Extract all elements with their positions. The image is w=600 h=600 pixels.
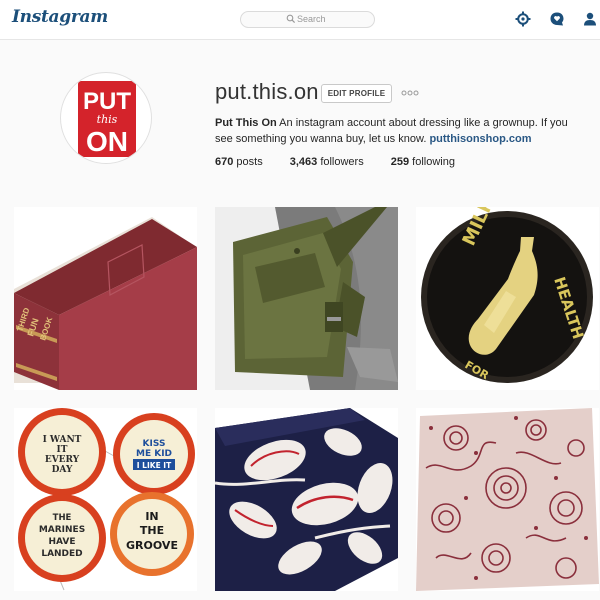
stat-value: 3,463 [289, 156, 318, 168]
pink-bandana-image [416, 408, 599, 591]
pin-3-line-2: MARINES [39, 525, 85, 535]
profile-stats: 670 posts 3,463 followers 259 following [215, 156, 482, 168]
compass-icon[interactable] [515, 11, 531, 27]
search-placeholder: Search [297, 14, 326, 24]
profile-full-name: Put This On [215, 117, 277, 129]
profile-username: put.this.on [215, 79, 319, 104]
avatar-text-this: this [97, 113, 118, 126]
profile-avatar[interactable]: PUT this ON [60, 72, 152, 164]
instagram-logo[interactable]: Instagram [12, 7, 108, 27]
stat-label: following [412, 156, 455, 168]
search-icon [286, 14, 296, 24]
pin-1-line-4: DAY [52, 465, 73, 475]
milk-button-image: MILK FOR HEALTH [416, 207, 599, 390]
put-this-on-logo: PUT this ON [78, 81, 136, 157]
pin-3-line-4: LANDED [41, 549, 82, 559]
navy-fabric-image [215, 408, 398, 591]
pin-1-line-1: I WANT [43, 435, 82, 445]
pin-4-line-3: GROOVE [126, 539, 178, 552]
post-thumbnail-navy-fabric[interactable] [215, 408, 398, 591]
activity-heart-icon[interactable] [549, 11, 565, 27]
avatar-text-on: ON [86, 126, 128, 157]
more-options-icon[interactable] [401, 89, 419, 97]
backpack-image [215, 207, 398, 390]
top-navigation-bar: Instagram Search [0, 0, 600, 40]
pin-3-line-1: THE [53, 513, 72, 523]
pin-3-line-3: HAVE [49, 537, 76, 547]
stat-label: posts [236, 156, 263, 168]
post-thumbnail-pink-bandana[interactable] [416, 408, 599, 591]
profile-icon[interactable] [582, 11, 598, 27]
edit-profile-button[interactable]: EDIT PROFILE [321, 84, 392, 103]
pinback-buttons-image: I WANT IT EVERY DAY KISS ME KID I LIKE I… [14, 408, 197, 591]
stat-value: 259 [390, 156, 410, 168]
avatar-text-put: PUT [83, 88, 131, 115]
post-thumbnail-milk-button[interactable]: MILK FOR HEALTH [416, 207, 599, 390]
pin-2-line-1: KISS [143, 439, 166, 449]
following-count[interactable]: 259 following [391, 156, 455, 168]
profile-website-link[interactable]: putthisonshop.com [429, 133, 531, 145]
posts-count: 670 posts [215, 156, 263, 168]
profile-bio: Put This On An instagram account about d… [215, 116, 580, 147]
red-book-image: THIRD FUN BOOK [14, 207, 197, 390]
pin-4-line-1: IN [145, 510, 158, 523]
pin-4-line-2: THE [140, 524, 164, 537]
pin-1-line-3: EVERY [45, 455, 80, 465]
post-thumbnail-pinback-buttons[interactable]: I WANT IT EVERY DAY KISS ME KID I LIKE I… [14, 408, 197, 591]
pin-2-line-2: ME KID [136, 449, 172, 459]
post-thumbnail-red-book[interactable]: THIRD FUN BOOK [14, 207, 197, 390]
search-input[interactable]: Search [240, 11, 375, 28]
followers-count[interactable]: 3,463 followers [290, 156, 364, 168]
post-thumbnail-backpack[interactable] [215, 207, 398, 390]
stat-value: 670 [215, 156, 234, 168]
stat-label: followers [320, 156, 364, 168]
pin-1-line-2: IT [57, 445, 68, 455]
pin-2-line-3: I LIKE IT [137, 461, 172, 470]
